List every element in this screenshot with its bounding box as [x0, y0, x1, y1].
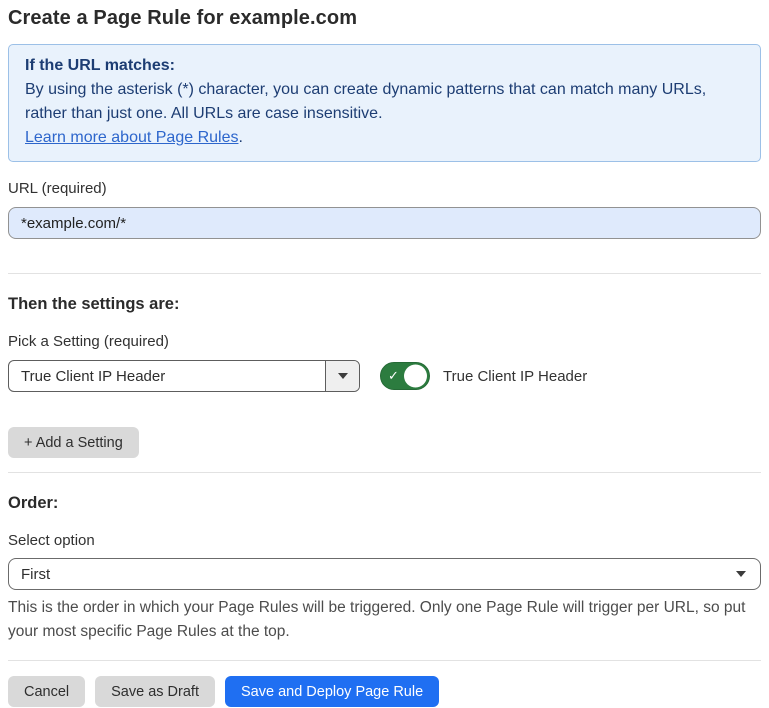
link-suffix: .: [238, 129, 242, 146]
divider: [8, 472, 761, 473]
toggle-knob: [404, 365, 427, 388]
order-section-heading: Order:: [8, 492, 761, 514]
select-option-label: Select option: [8, 531, 761, 551]
info-box-link-line: Learn more about Page Rules.: [25, 126, 744, 150]
cancel-button[interactable]: Cancel: [8, 676, 85, 707]
setting-select-caret-segment: [325, 361, 359, 391]
setting-select[interactable]: True Client IP Header: [8, 360, 360, 392]
save-deploy-button[interactable]: Save and Deploy Page Rule: [225, 676, 439, 707]
url-input[interactable]: [8, 207, 761, 239]
order-select-value: First: [21, 566, 736, 583]
settings-section-heading: Then the settings are:: [8, 293, 761, 315]
setting-select-value: True Client IP Header: [9, 361, 325, 391]
save-draft-button[interactable]: Save as Draft: [95, 676, 215, 707]
order-help-text: This is the order in which your Page Rul…: [8, 596, 761, 644]
divider: [8, 660, 761, 661]
true-client-ip-toggle[interactable]: ✓: [380, 362, 430, 390]
divider: [8, 273, 761, 274]
chevron-down-icon: [338, 373, 348, 379]
order-select[interactable]: First: [8, 558, 761, 590]
setting-row: True Client IP Header ✓ True Client IP H…: [8, 360, 761, 392]
footer-actions: Cancel Save as Draft Save and Deploy Pag…: [8, 676, 761, 707]
info-box-body: By using the asterisk (*) character, you…: [25, 78, 744, 126]
toggle-label: True Client IP Header: [443, 368, 587, 385]
chevron-down-icon: [736, 571, 746, 577]
url-match-info-box: If the URL matches: By using the asteris…: [8, 44, 761, 162]
add-setting-button[interactable]: + Add a Setting: [8, 427, 139, 458]
pick-setting-label: Pick a Setting (required): [8, 332, 761, 352]
page-rule-form: Create a Page Rule for example.com If th…: [0, 6, 769, 707]
check-icon: ✓: [388, 369, 399, 382]
page-title: Create a Page Rule for example.com: [8, 6, 761, 31]
learn-more-link[interactable]: Learn more about Page Rules: [25, 129, 238, 146]
url-label: URL (required): [8, 179, 761, 199]
info-box-heading: If the URL matches:: [25, 54, 744, 78]
